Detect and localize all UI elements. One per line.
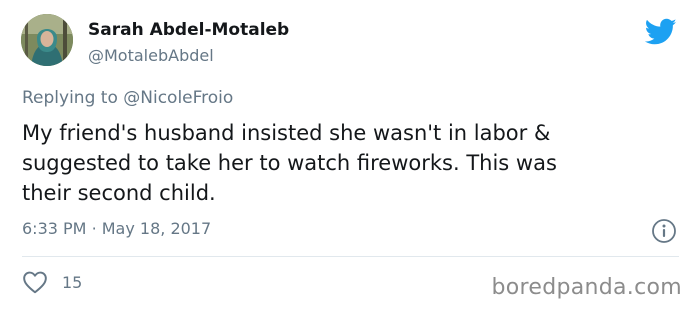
tweet-timestamp[interactable]: 6:33 PM · May 18, 2017 <box>22 219 211 238</box>
author-name[interactable]: Sarah Abdel-Motaleb <box>88 20 289 40</box>
author-handle[interactable]: @MotalebAbdel <box>88 46 214 65</box>
tweet-date[interactable]: May 18, 2017 <box>102 219 211 238</box>
reply-context: Replying to @NicoleFroio <box>22 88 233 108</box>
tweet-card: Sarah Abdel-Motaleb @MotalebAbdel Replyi… <box>0 0 700 311</box>
divider <box>22 256 679 257</box>
heart-icon[interactable] <box>22 270 48 294</box>
like-count: 15 <box>62 272 83 292</box>
avatar-photo <box>21 14 73 66</box>
info-icon[interactable] <box>651 218 677 244</box>
tweet-text: My friend's husband insisted she wasn't … <box>22 118 682 208</box>
avatar[interactable] <box>21 14 73 66</box>
timestamp-separator: · <box>91 219 97 238</box>
tweet-text-line: My friend's husband insisted she wasn't … <box>22 121 551 145</box>
tweet-text-line: suggested to take her to watch fireworks… <box>22 151 557 175</box>
reply-mention-link[interactable]: @NicoleFroio <box>123 88 233 108</box>
like-button[interactable]: 15 <box>22 270 82 294</box>
twitter-bird-icon[interactable] <box>645 18 677 46</box>
watermark: boredpanda.com <box>491 275 682 300</box>
tweet-text-line: their second child. <box>22 181 216 205</box>
tweet-time[interactable]: 6:33 PM <box>22 219 86 238</box>
reply-prefix: Replying to <box>22 88 118 108</box>
